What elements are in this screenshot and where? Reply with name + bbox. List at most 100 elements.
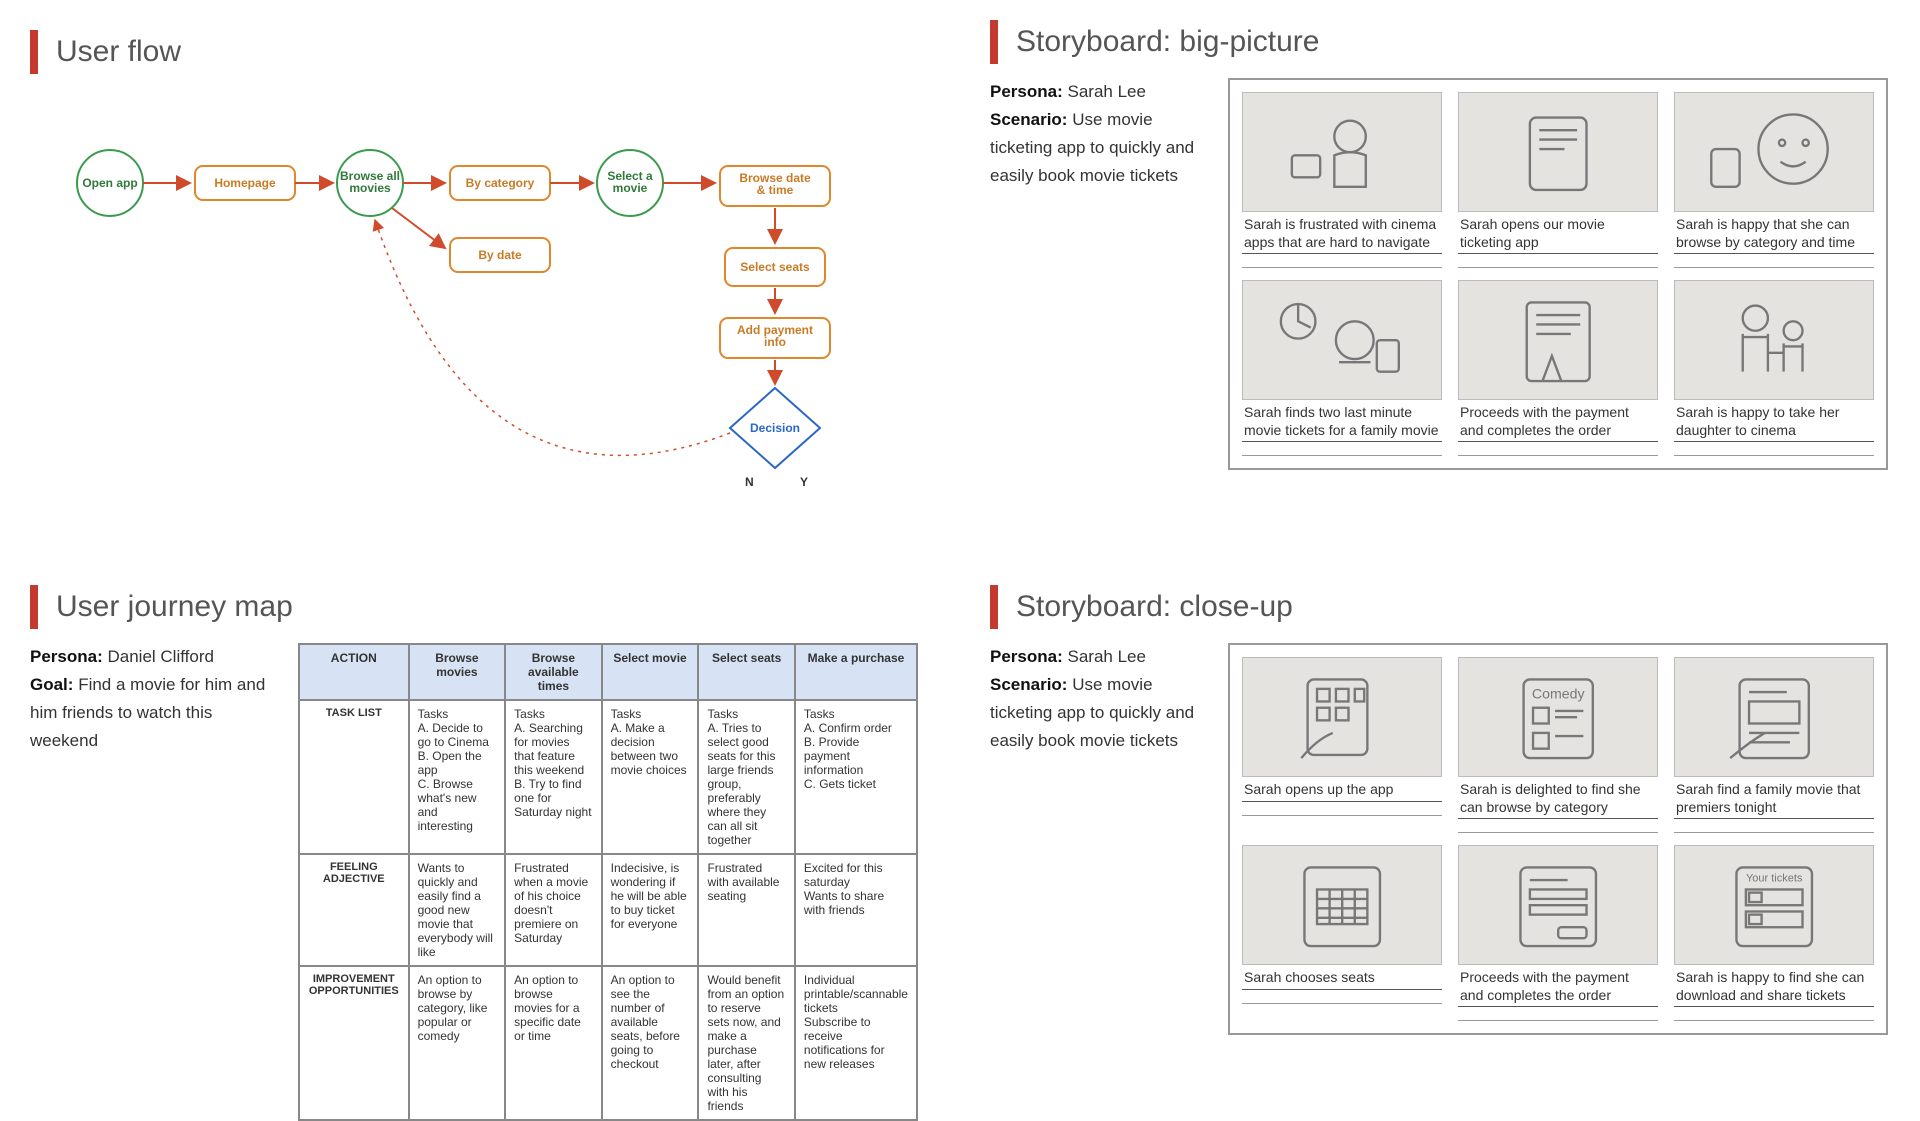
- node-homepage: Homepage: [214, 176, 276, 190]
- caption: Sarah opens our movie ticketing app: [1458, 212, 1658, 254]
- sketch-icon: [1242, 845, 1442, 965]
- storyboard-frame: Sarah opens our movie ticketing app: [1458, 92, 1658, 268]
- table-row: IMPROVEMENT OPPORTUNITIES An option to b…: [299, 966, 917, 1120]
- caption: Proceeds with the payment and completes …: [1458, 400, 1658, 442]
- row-improve: IMPROVEMENT OPPORTUNITIES: [299, 966, 409, 1120]
- storyboard-close-section: Storyboard: close-up Persona: Sarah Lee …: [990, 585, 1890, 1035]
- accent-bar: [990, 20, 998, 64]
- section-title: Storyboard: big-picture: [1016, 25, 1320, 59]
- cell: Tasks A. Make a decision between two mov…: [602, 700, 699, 854]
- section-title: Storyboard: close-up: [1016, 590, 1293, 624]
- caption: Sarah opens up the app: [1242, 777, 1442, 802]
- cell: An option to see the number of available…: [602, 966, 699, 1120]
- label-n: N: [745, 475, 754, 489]
- cell: Frustrated when a movie of his choice do…: [505, 854, 601, 966]
- user-flow-section: User flow: [30, 30, 930, 508]
- cell: Tasks A. Confirm order B. Provide paymen…: [795, 700, 917, 854]
- journey-map-section: User journey map Persona: Daniel Cliffor…: [30, 585, 930, 1121]
- cell: Tasks A. Searching for movies that featu…: [505, 700, 601, 854]
- storyboard-frame: Proceeds with the payment and completes …: [1458, 280, 1658, 456]
- caption: Sarah finds two last minute movie ticket…: [1242, 400, 1442, 442]
- caption: Sarah is happy that she can browse by ca…: [1674, 212, 1874, 254]
- node-select: Select amovie: [607, 169, 653, 195]
- persona-name: Sarah Lee: [1067, 82, 1145, 101]
- cell: Indecisive, is wondering if he will be a…: [602, 854, 699, 966]
- sketch-icon: [1458, 92, 1658, 212]
- storyboard-frame: Sarah opens up the app: [1242, 657, 1442, 833]
- storyboard-frame: Sarah is happy that she can browse by ca…: [1674, 92, 1874, 268]
- svg-text:Your tickets: Your tickets: [1746, 872, 1803, 884]
- cell: An option to browse movies for a specifi…: [505, 966, 601, 1120]
- cell: Would benefit from an option to reserve …: [698, 966, 794, 1120]
- label-y: Y: [800, 475, 808, 489]
- cell: Tasks A. Decide to go to Cinema B. Open …: [409, 700, 506, 854]
- col-action: ACTION: [299, 644, 409, 700]
- col-select: Select movie: [602, 644, 699, 700]
- caption: Sarah is happy to find she can download …: [1674, 965, 1874, 1007]
- cell: Excited for this saturday Wants to share…: [795, 854, 917, 966]
- cell: An option to browse by category, like po…: [409, 966, 506, 1120]
- storyboard-frame: Your tickets Sarah is happy to find she c…: [1674, 845, 1874, 1021]
- persona-block: Persona: Sarah Lee Scenario: Use movie t…: [990, 78, 1210, 190]
- storyboard-frame: Sarah is frustrated with cinema apps tha…: [1242, 92, 1442, 268]
- cell: Tasks A. Tries to select good seats for …: [698, 700, 794, 854]
- storyboard-frame: Sarah find a family movie that premiers …: [1674, 657, 1874, 833]
- node-open: Open app: [82, 176, 137, 190]
- caption: Sarah find a family movie that premiers …: [1674, 777, 1874, 819]
- row-feeling: FEELING ADJECTIVE: [299, 854, 409, 966]
- scenario-label: Scenario:: [990, 675, 1067, 694]
- persona-block: Persona: Sarah Lee Scenario: Use movie t…: [990, 643, 1210, 755]
- sketch-icon: [1674, 657, 1874, 777]
- persona-label: Persona:: [30, 647, 103, 666]
- section-header: Storyboard: big-picture: [990, 20, 1890, 64]
- persona-label: Persona:: [990, 82, 1063, 101]
- accent-bar: [30, 30, 38, 74]
- sketch-icon: [1242, 657, 1442, 777]
- journey-table: ACTION Browse movies Browse available ti…: [298, 643, 918, 1121]
- caption: Proceeds with the payment and completes …: [1458, 965, 1658, 1007]
- sketch-icon: Comedy: [1458, 657, 1658, 777]
- goal-label: Goal:: [30, 675, 73, 694]
- node-bydate: By date: [478, 248, 522, 262]
- col-seats: Select seats: [698, 644, 794, 700]
- user-flow-diagram: Open app Browse allmovies Select amovie …: [30, 88, 900, 508]
- sketch-icon: [1458, 845, 1658, 965]
- persona-name: Sarah Lee: [1067, 647, 1145, 666]
- sketch-icon: [1674, 280, 1874, 400]
- accent-bar: [990, 585, 998, 629]
- table-row: TASK LIST Tasks A. Decide to go to Cinem…: [299, 700, 917, 854]
- sketch-icon: [1242, 280, 1442, 400]
- caption: Sarah chooses seats: [1242, 965, 1442, 990]
- col-purchase: Make a purchase: [795, 644, 917, 700]
- row-tasklist: TASK LIST: [299, 700, 409, 854]
- section-header: User flow: [30, 30, 930, 74]
- cell: Wants to quickly and easily find a good …: [409, 854, 506, 966]
- section-header: Storyboard: close-up: [990, 585, 1890, 629]
- section-header: User journey map: [30, 585, 930, 629]
- storyboard-frame: Proceeds with the payment and completes …: [1458, 845, 1658, 1021]
- storyboard-frame: Comedy Sarah is delighted to find she can…: [1458, 657, 1658, 833]
- table-row: FEELING ADJECTIVE Wants to quickly and e…: [299, 854, 917, 966]
- storyboard-frame: Sarah is happy to take her daughter to c…: [1674, 280, 1874, 456]
- sketch-icon: Your tickets: [1674, 845, 1874, 965]
- persona-name: Daniel Clifford: [107, 647, 213, 666]
- col-times: Browse available times: [505, 644, 601, 700]
- caption: Sarah is happy to take her daughter to c…: [1674, 400, 1874, 442]
- persona-block: Persona: Daniel Clifford Goal: Find a mo…: [30, 643, 280, 755]
- sketch-icon: [1674, 92, 1874, 212]
- sketch-icon: [1458, 280, 1658, 400]
- caption: Sarah is delighted to find she can brows…: [1458, 777, 1658, 819]
- section-title: User flow: [56, 35, 181, 69]
- node-decision: Decision: [750, 421, 800, 435]
- scenario-label: Scenario:: [990, 110, 1067, 129]
- svg-text:Comedy: Comedy: [1532, 685, 1586, 701]
- persona-label: Persona:: [990, 647, 1063, 666]
- cell: Frustrated with available seating: [698, 854, 794, 966]
- storyboard-card: Sarah is frustrated with cinema apps tha…: [1228, 78, 1888, 470]
- storyboard-frame: Sarah finds two last minute movie ticket…: [1242, 280, 1442, 456]
- caption: Sarah is frustrated with cinema apps tha…: [1242, 212, 1442, 254]
- node-bycat: By category: [466, 176, 535, 190]
- storyboard-card: Sarah opens up the app Comedy Sarah is de…: [1228, 643, 1888, 1035]
- cell: Individual printable/scannable tickets S…: [795, 966, 917, 1120]
- sketch-icon: [1242, 92, 1442, 212]
